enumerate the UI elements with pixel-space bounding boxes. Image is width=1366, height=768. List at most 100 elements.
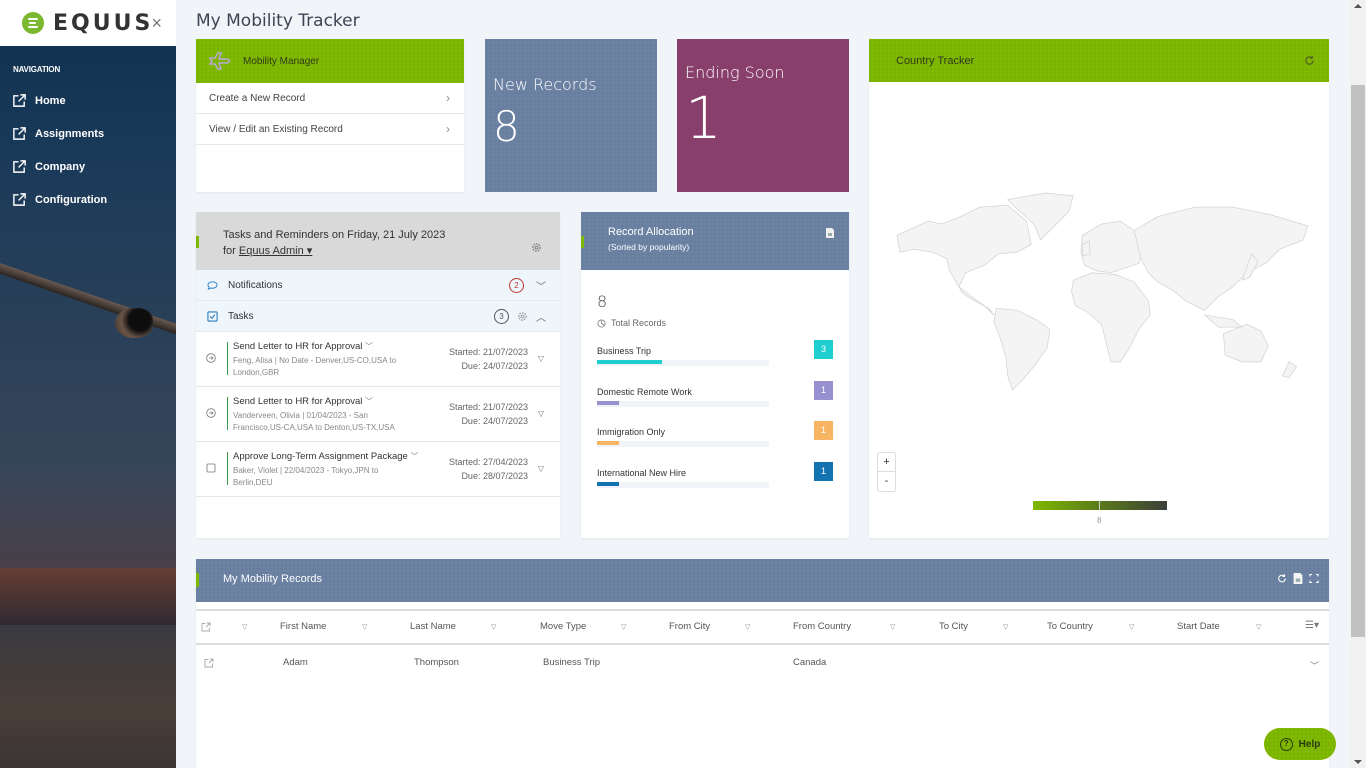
checkbox-icon[interactable] — [206, 463, 216, 473]
open-record-icon[interactable] — [204, 658, 214, 668]
refresh-icon[interactable] — [1304, 55, 1315, 66]
column-filter-toggle[interactable]: ▽ — [890, 623, 895, 631]
column-filter-toggle[interactable]: ▽ — [362, 623, 367, 631]
view-edit-record-link[interactable]: View / Edit an Existing Record › — [196, 114, 464, 145]
chevron-up-icon[interactable]: ︿ — [536, 309, 546, 324]
scroll-thumb[interactable] — [1351, 85, 1365, 637]
map-north-america — [896, 204, 1032, 316]
fullscreen-icon[interactable] — [1309, 573, 1319, 584]
link-label: Create a New Record — [209, 92, 306, 104]
background-plane-engine — [115, 308, 153, 338]
row-expand-icon[interactable]: ﹀ — [1310, 659, 1319, 672]
column-header[interactable]: Start Date — [1177, 621, 1220, 632]
owner-name: Equus Admin — [238, 245, 304, 257]
export-document-icon[interactable] — [1293, 573, 1303, 584]
task-dates: Started: 27/04/2023 Due: 28/07/2023 — [449, 455, 528, 483]
task-due: Due: 24/07/2023 — [461, 416, 528, 426]
column-header[interactable]: From Country — [793, 621, 851, 632]
chevron-down-icon[interactable]: ﹀ — [536, 278, 546, 293]
column-filter-toggle[interactable]: ▽ — [1256, 623, 1261, 631]
settings-gear-icon[interactable] — [531, 242, 542, 253]
column-header[interactable]: To Country — [1047, 621, 1093, 632]
accent-stripe — [581, 236, 584, 248]
column-filter-toggle[interactable]: ▽ — [1129, 623, 1134, 631]
allocation-label: Business Trip — [597, 346, 652, 356]
country-tracker-panel: Country Tracker + - 8 — [869, 39, 1329, 538]
column-filter-toggle[interactable]: ▽ — [621, 623, 626, 631]
records-table-header: ▽ ☰▾ First Name ▽ Last Name ▽ Move Type ▽ From… — [196, 609, 1329, 645]
link-label: View / Edit an Existing Record — [209, 123, 343, 135]
map-indonesia — [1203, 314, 1244, 328]
tile-value: 1 — [685, 84, 722, 152]
column-filter-toggle[interactable]: ▽ — [1003, 623, 1008, 631]
equus-logo-icon — [22, 12, 44, 34]
tasks-section[interactable]: Tasks 3 ︿ — [196, 301, 560, 332]
column-header[interactable]: From City — [669, 621, 710, 632]
allocation-bar — [597, 360, 662, 364]
task-due: Due: 24/07/2023 — [461, 361, 528, 371]
column-filter-toggle[interactable]: ▽ — [745, 623, 750, 631]
close-sidebar-button[interactable]: × — [151, 13, 162, 34]
record-allocation-panel: Record Allocation (Sorted by popularity)… — [581, 212, 849, 538]
map-legend-value: 8 — [1097, 516, 1102, 525]
task-divider — [227, 452, 228, 485]
task-started: Started: 21/07/2023 — [448, 347, 528, 357]
allocation-row: Business Trip 3 — [597, 340, 841, 376]
ending-soon-tile[interactable]: Ending Soon 1 — [677, 39, 849, 192]
sidebar-item-configuration[interactable]: Configuration — [0, 183, 176, 216]
task-started: Started: 27/04/2023 — [448, 457, 528, 467]
column-header[interactable]: First Name — [280, 621, 326, 632]
task-item[interactable]: Approve Long-Term Assignment Package ﹀ B… — [196, 442, 560, 497]
sidebar-item-assignments[interactable]: Assignments — [0, 117, 176, 150]
task-item[interactable]: Send Letter to HR for Approval ﹀ Vanderv… — [196, 387, 560, 442]
create-new-record-link[interactable]: Create a New Record › — [196, 83, 464, 114]
allocation-track — [597, 401, 769, 407]
page-scrollbar[interactable] — [1350, 0, 1366, 768]
help-button[interactable]: ? Help — [1264, 728, 1336, 760]
export-document-icon[interactable] — [826, 228, 834, 238]
world-map[interactable] — [879, 179, 1324, 404]
sidebar-item-home[interactable]: Home — [0, 84, 176, 117]
allocation-count-badge: 1 — [814, 462, 833, 481]
sort-toggle[interactable]: ▽ — [242, 623, 247, 631]
page-title: My Mobility Tracker — [196, 11, 360, 31]
map-legend-bar — [1033, 501, 1167, 510]
zoom-out-button[interactable]: - — [878, 472, 895, 491]
task-menu-toggle[interactable]: ▽ — [538, 354, 544, 363]
total-label-text: Total Records — [611, 318, 667, 328]
allocation-bar — [597, 482, 619, 486]
refresh-icon[interactable] — [1277, 573, 1287, 584]
settings-gear-icon[interactable] — [517, 311, 528, 322]
checked-box-icon — [207, 310, 218, 322]
task-divider — [227, 342, 228, 375]
column-header[interactable]: Move Type — [540, 621, 586, 632]
task-item[interactable]: Send Letter to HR for Approval ﹀ Feng, A… — [196, 332, 560, 387]
task-description: Vanderveen, Olivia | 01/04/2023 - San Fr… — [233, 411, 395, 432]
notifications-section[interactable]: Notifications 2 ﹀ — [196, 270, 560, 301]
table-row[interactable]: ﹀ Adam Thompson Business Trip Canada — [196, 647, 1329, 681]
task-menu-toggle[interactable]: ▽ — [538, 409, 544, 418]
allocation-count-badge: 1 — [814, 381, 833, 400]
mobility-records-title: My Mobility Records — [223, 573, 323, 585]
allocation-label: Immigration Only — [597, 427, 666, 437]
allocation-count-badge: 1 — [814, 421, 833, 440]
notifications-label: Notifications — [228, 279, 283, 291]
column-filter-toggle[interactable]: ▽ — [491, 623, 496, 631]
sidebar-item-company[interactable]: Company — [0, 150, 176, 183]
background-sea — [0, 625, 176, 768]
column-header[interactable]: To City — [939, 621, 968, 632]
external-link-icon — [201, 622, 211, 632]
sidebar-item-label: Home — [35, 94, 66, 107]
owner-dropdown[interactable]: Equus Admin ▾ — [239, 245, 312, 257]
zoom-in-button[interactable]: + — [878, 453, 895, 472]
column-header[interactable]: Last Name — [410, 621, 456, 632]
scroll-up-arrow[interactable] — [1354, 4, 1362, 8]
new-records-tile[interactable]: New Records 8 — [485, 39, 657, 192]
tasks-title: Tasks and Reminders on Friday, 21 July 2… — [223, 229, 446, 241]
mobility-records-panel: My Mobility Records ▽ ☰▾ First Name ▽ Last… — [196, 559, 1329, 768]
task-started: Started: 21/07/2023 — [448, 402, 528, 412]
allocation-track — [597, 482, 769, 488]
task-menu-toggle[interactable]: ▽ — [538, 464, 544, 473]
scroll-down-arrow[interactable] — [1354, 760, 1362, 764]
column-menu-icon[interactable]: ☰▾ — [1305, 620, 1319, 631]
